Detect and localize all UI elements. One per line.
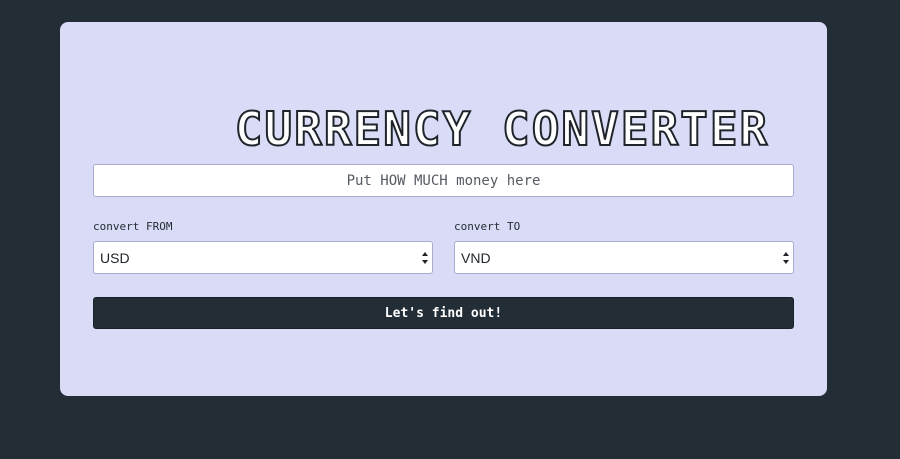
chevron-up-down-icon xyxy=(781,248,791,268)
from-label: convert FROM xyxy=(93,220,173,233)
to-currency-select[interactable]: VND xyxy=(454,241,794,274)
amount-input[interactable] xyxy=(93,164,794,197)
chevron-up-down-icon xyxy=(420,248,430,268)
converter-card: CURRENCY CONVERTER xyxy=(60,22,827,396)
find-out-button[interactable]: Let's find out! xyxy=(93,297,794,329)
from-currency-value: USD xyxy=(100,250,130,266)
to-label: convert TO xyxy=(454,220,521,233)
from-currency-select[interactable]: USD xyxy=(93,241,433,274)
to-currency-value: VND xyxy=(461,250,491,266)
app-title: CURRENCY CONVERTER xyxy=(234,101,770,157)
